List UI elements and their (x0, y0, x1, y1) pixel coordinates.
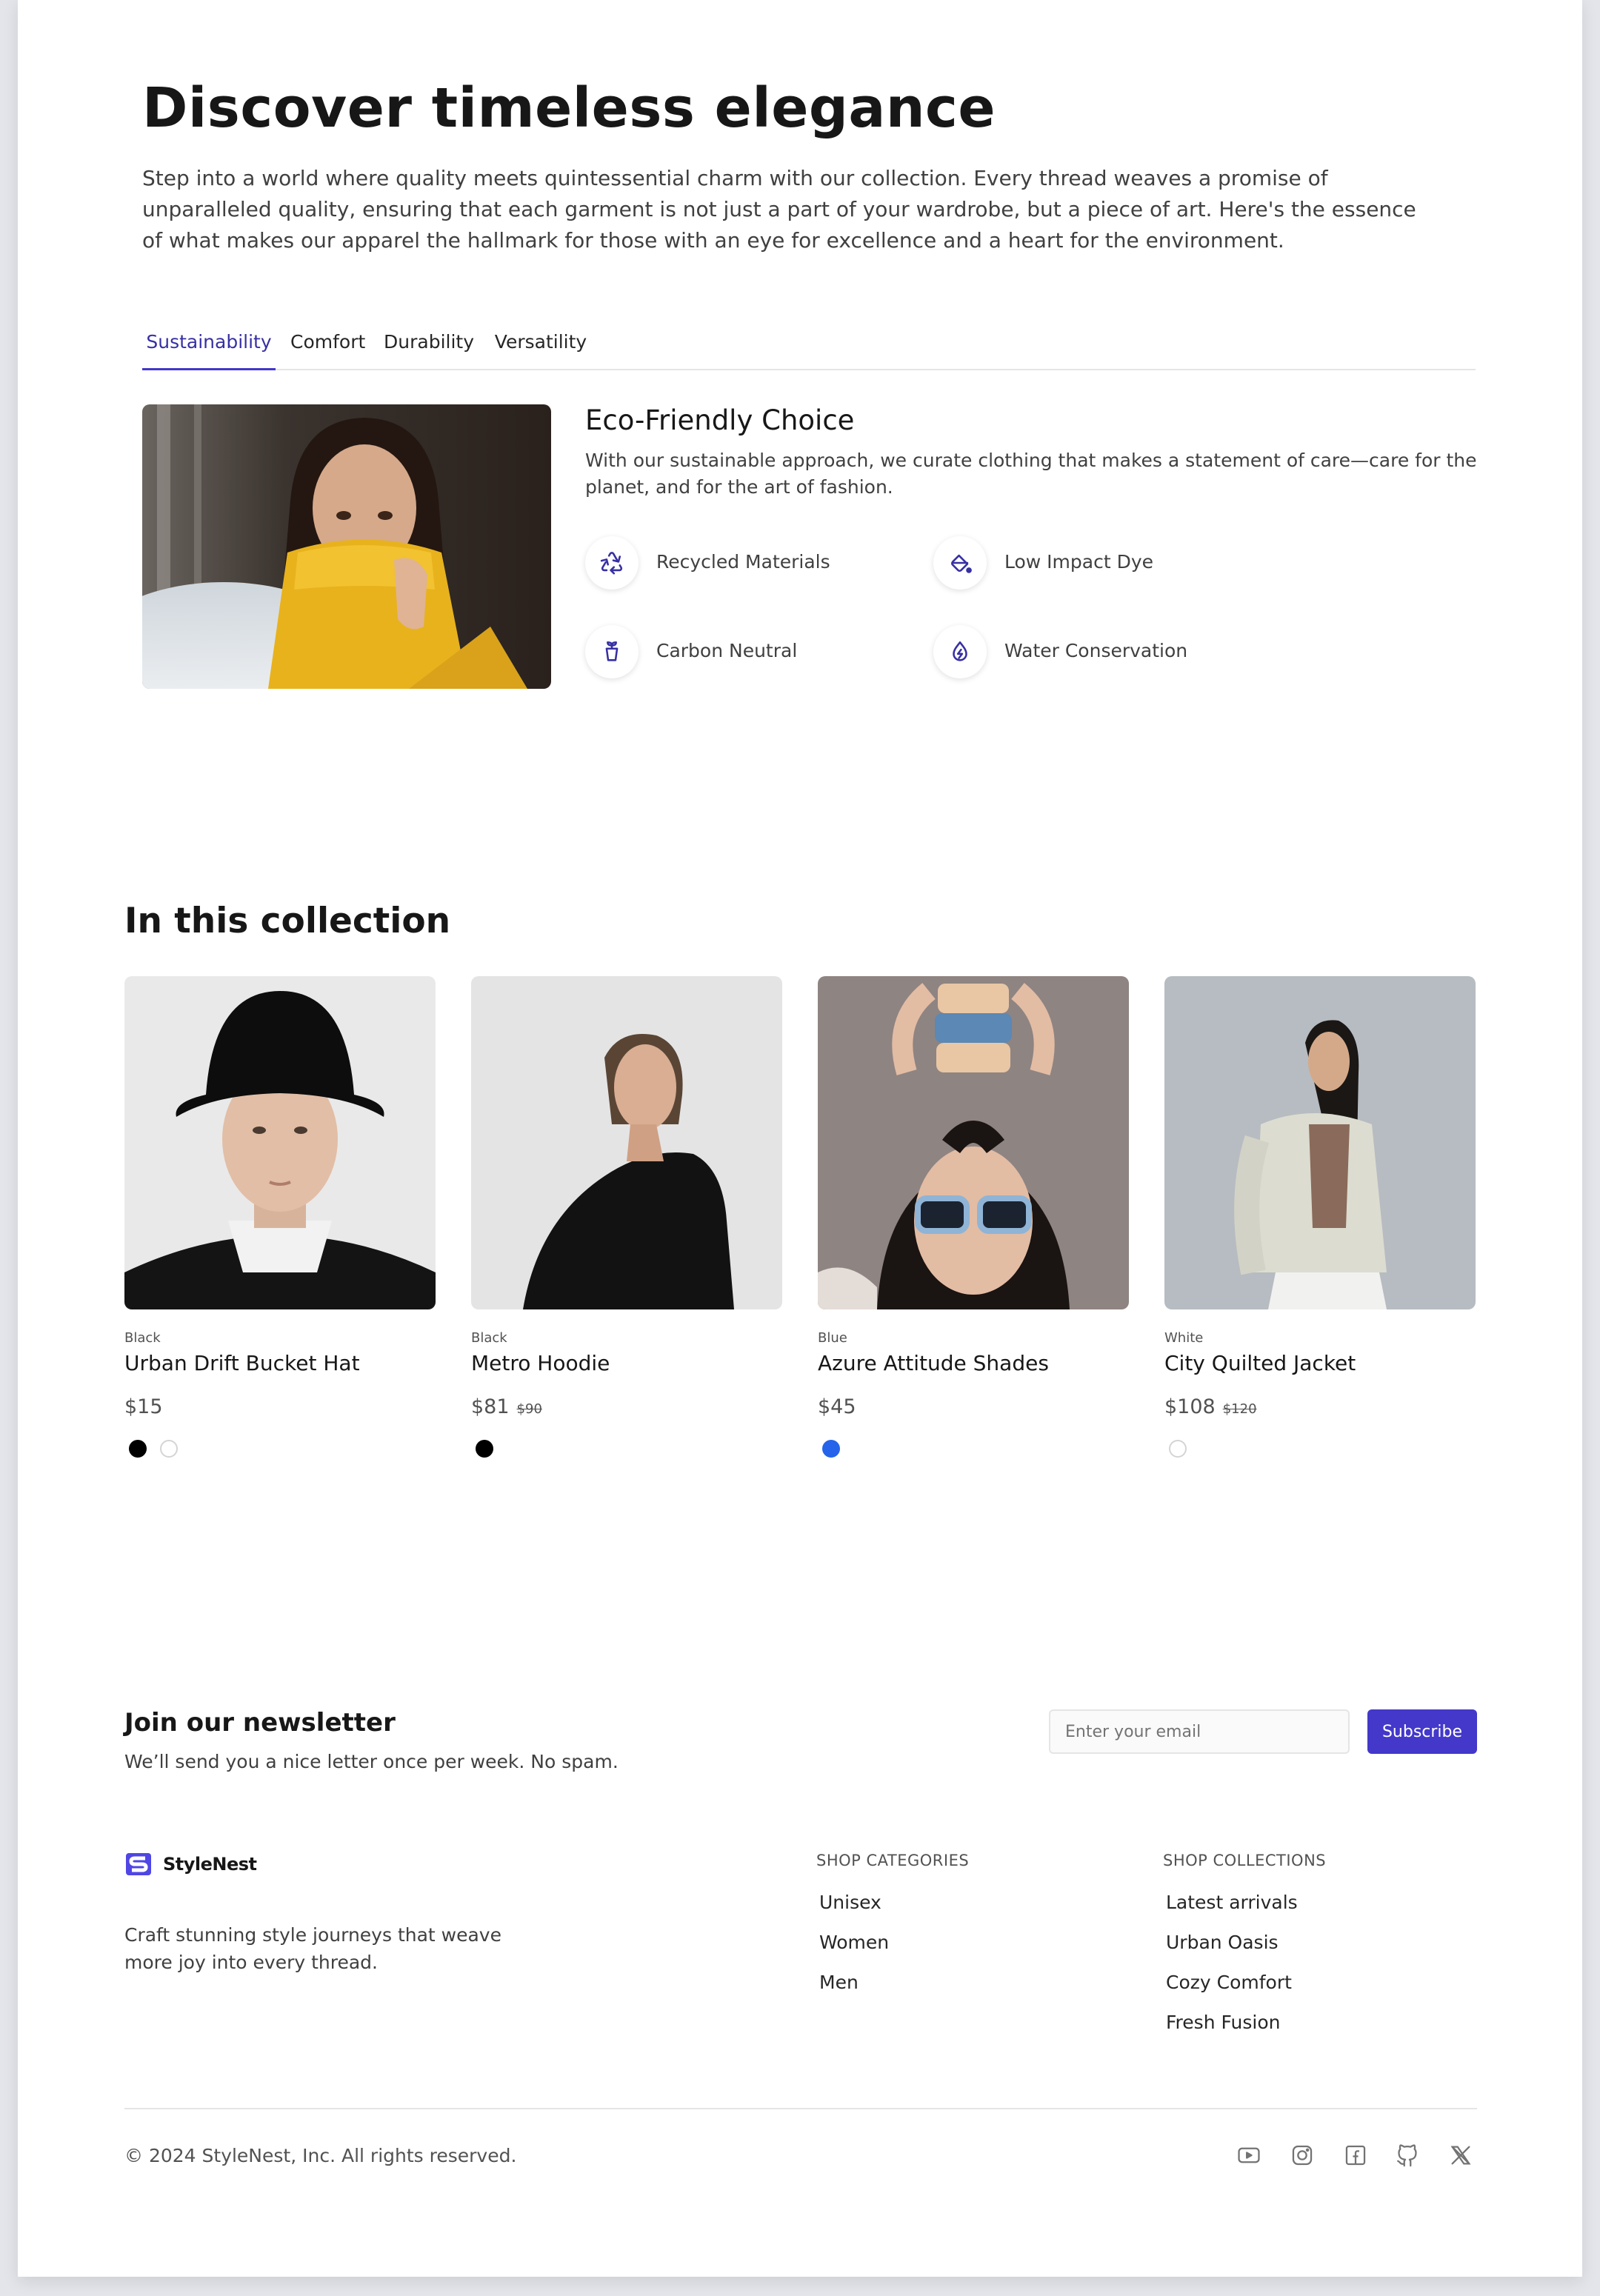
product-card[interactable]: Black Urban Drift Bucket Hat $15 (124, 976, 436, 1480)
collection-title: In this collection (124, 901, 451, 941)
footer-divider (124, 2108, 1477, 2109)
product-color: Black (124, 1330, 161, 1346)
feature-item-water: Water Conservation (933, 625, 1230, 684)
swatch-black[interactable] (476, 1440, 493, 1458)
product-name[interactable]: Azure Attitude Shades (818, 1351, 1049, 1375)
product-color: White (1164, 1330, 1204, 1346)
product-color: Black (471, 1330, 507, 1346)
product-name[interactable]: City Quilted Jacket (1164, 1351, 1356, 1375)
recycle-icon (585, 536, 639, 590)
swatch-black[interactable] (129, 1440, 147, 1458)
x-icon[interactable] (1446, 2140, 1476, 2170)
feature-tabs: Sustainability Comfort Durability Versat… (142, 323, 1476, 370)
product-price: $45 (818, 1395, 856, 1418)
email-input[interactable] (1049, 1709, 1350, 1754)
product-price: $108 $120 (1164, 1395, 1257, 1418)
feature-description: With our sustainable approach, we curate… (585, 450, 1477, 498)
hero-description: Step into a world where quality meets qu… (142, 166, 1416, 253)
footer-link-unisex[interactable]: Unisex (819, 1892, 881, 1913)
tab-sustainability[interactable]: Sustainability (142, 323, 276, 370)
feature-item-label: Water Conservation (1004, 640, 1188, 661)
footer-tagline: Craft stunning style journeys that weave… (124, 1924, 501, 1973)
product-price: $15 (124, 1395, 163, 1418)
original-price: $90 (516, 1401, 542, 1417)
product-image[interactable] (818, 976, 1129, 1309)
tab-versatility[interactable]: Versatility (493, 323, 588, 367)
product-image[interactable] (124, 976, 436, 1309)
stylenest-logo-icon (126, 1853, 151, 1875)
paint-bucket-icon (933, 536, 987, 590)
product-image[interactable] (1164, 976, 1476, 1309)
page-card: Discover timeless elegance Step into a w… (18, 0, 1582, 2277)
facebook-icon[interactable] (1341, 2140, 1370, 2170)
footer-link-men[interactable]: Men (819, 1972, 859, 1993)
github-icon[interactable] (1393, 2140, 1422, 2170)
footer-link-women[interactable]: Women (819, 1932, 889, 1953)
original-price: $120 (1222, 1401, 1257, 1417)
product-name[interactable]: Metro Hoodie (471, 1351, 610, 1375)
footer-link-latest-arrivals[interactable]: Latest arrivals (1166, 1892, 1298, 1913)
feature-item-label: Carbon Neutral (656, 640, 798, 661)
footer-link-urban-oasis[interactable]: Urban Oasis (1166, 1932, 1279, 1953)
product-card[interactable]: Blue Azure Attitude Shades $45 (818, 976, 1129, 1480)
newsletter-title: Join our newsletter (124, 1708, 396, 1738)
product-color: Blue (818, 1330, 847, 1346)
footer-link-fresh-fusion[interactable]: Fresh Fusion (1166, 2012, 1280, 2033)
footer-logo[interactable]: StyleNest (124, 1852, 257, 1877)
current-price: $45 (818, 1395, 856, 1418)
feature-title: Eco-Friendly Choice (585, 404, 855, 436)
feature-image (142, 404, 551, 689)
product-card[interactable]: Black Metro Hoodie $81 $90 (471, 976, 782, 1480)
tab-durability[interactable]: Durability (379, 323, 479, 367)
subscribe-button[interactable]: Subscribe (1367, 1709, 1477, 1754)
shop-categories-heading: SHOP CATEGORIES (816, 1852, 970, 1869)
product-price: $81 $90 (471, 1395, 542, 1418)
feature-item-dye: Low Impact Dye (933, 536, 1230, 595)
shop-collections-heading: SHOP COLLECTIONS (1163, 1852, 1327, 1869)
hero-title: Discover timeless elegance (142, 76, 996, 140)
tab-comfort[interactable]: Comfort (290, 323, 365, 367)
current-price: $81 (471, 1395, 510, 1418)
youtube-icon[interactable] (1234, 2140, 1264, 2170)
current-price: $108 (1164, 1395, 1216, 1418)
feature-item-carbon: Carbon Neutral (585, 625, 881, 684)
swatch-white[interactable] (160, 1440, 178, 1458)
feature-item-label: Low Impact Dye (1004, 551, 1154, 573)
product-name[interactable]: Urban Drift Bucket Hat (124, 1351, 360, 1375)
brand-name: StyleNest (163, 1854, 257, 1875)
water-drop-icon (933, 625, 987, 678)
current-price: $15 (124, 1395, 163, 1418)
instagram-icon[interactable] (1287, 2140, 1317, 2170)
product-image[interactable] (471, 976, 782, 1309)
feature-item-label: Recycled Materials (656, 551, 830, 573)
product-card[interactable]: White City Quilted Jacket $108 $120 (1164, 976, 1476, 1480)
footer-link-cozy-comfort[interactable]: Cozy Comfort (1166, 1972, 1292, 1993)
newsletter-subtitle: We’ll send you a nice letter once per we… (124, 1751, 619, 1772)
swatch-white[interactable] (1169, 1440, 1187, 1458)
feature-item-recycled: Recycled Materials (585, 536, 881, 595)
swatch-blue[interactable] (822, 1440, 840, 1458)
plant-icon (585, 625, 639, 678)
copyright: © 2024 StyleNest, Inc. All rights reserv… (124, 2145, 517, 2166)
